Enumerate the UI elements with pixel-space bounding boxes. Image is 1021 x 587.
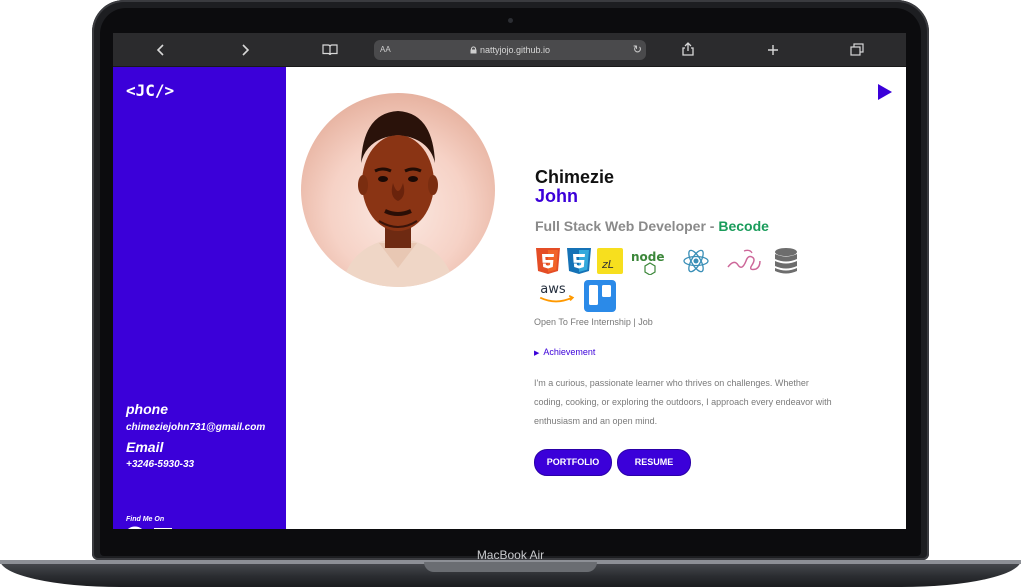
discord-icon[interactable] bbox=[178, 526, 202, 529]
email-value: +3246-5930-33 bbox=[126, 459, 195, 470]
address-bar[interactable]: AA nattyjojo.github.io ↻ bbox=[374, 40, 646, 60]
react-icon bbox=[683, 249, 709, 273]
sass-icon bbox=[727, 249, 761, 271]
aws-icon: aws bbox=[539, 282, 575, 303]
find-me-label: Find Me On bbox=[126, 516, 165, 523]
caret-right-icon: ▶ bbox=[534, 350, 540, 357]
first-name: Chimezie bbox=[535, 167, 615, 187]
share-button[interactable] bbox=[678, 33, 698, 68]
url-text: nattyjojo.github.io bbox=[479, 45, 551, 55]
site-logo[interactable]: <JC/> bbox=[126, 81, 174, 100]
share-icon bbox=[682, 42, 694, 56]
tabs-icon bbox=[850, 43, 864, 56]
avatar-portrait bbox=[341, 111, 455, 287]
tabs-button[interactable] bbox=[847, 33, 867, 68]
achievement-label: Achievement bbox=[543, 347, 596, 357]
trello-icon bbox=[584, 280, 616, 312]
html5-icon bbox=[536, 248, 560, 274]
phone-heading: phone bbox=[126, 401, 168, 417]
nodejs-icon: node bbox=[631, 250, 665, 275]
back-button[interactable] bbox=[151, 33, 171, 68]
resume-button[interactable]: RESUME bbox=[617, 449, 691, 476]
last-name: John bbox=[535, 186, 578, 206]
email-heading: Email bbox=[126, 439, 164, 455]
role-text: Full Stack Web Developer - bbox=[535, 218, 719, 234]
portfolio-button[interactable]: PORTFOLIO bbox=[534, 449, 612, 476]
bio-text: I'm a curious, passionate learner who th… bbox=[534, 378, 832, 426]
role-org: Becode bbox=[718, 218, 769, 234]
laptop-notch bbox=[424, 562, 597, 572]
new-tab-button[interactable] bbox=[763, 33, 783, 68]
bezel-bottom bbox=[113, 529, 906, 545]
github-icon[interactable] bbox=[123, 526, 147, 529]
sass-like-icon: zL bbox=[597, 248, 623, 274]
phone-value: chimeziejohn731@gmail.com bbox=[126, 422, 266, 433]
url-display: nattyjojo.github.io bbox=[374, 40, 646, 60]
play-icon[interactable] bbox=[878, 84, 892, 100]
codepen-icon[interactable] bbox=[151, 526, 175, 529]
achievement-toggle[interactable]: ▶ Achievement bbox=[534, 347, 595, 357]
availability-text: Open To Free Internship | Job bbox=[534, 317, 653, 327]
chevron-right-icon bbox=[242, 44, 250, 56]
database-icon bbox=[775, 248, 797, 274]
book-icon bbox=[322, 44, 338, 56]
camera bbox=[508, 18, 513, 23]
bookmarks-button[interactable] bbox=[320, 33, 340, 68]
screen: AA nattyjojo.github.io ↻ <JC/> phone chi… bbox=[113, 33, 906, 529]
browser-toolbar: AA nattyjojo.github.io ↻ bbox=[113, 33, 906, 67]
node-text: node bbox=[631, 250, 665, 264]
sidebar: <JC/> phone chimeziejohn731@gmail.com Em… bbox=[113, 67, 286, 529]
svg-text:zL: zL bbox=[601, 258, 614, 271]
chevron-left-icon bbox=[156, 44, 164, 56]
profile-avatar bbox=[301, 93, 495, 287]
plus-icon bbox=[768, 45, 778, 55]
lock-icon bbox=[470, 46, 477, 54]
reload-icon[interactable]: ↻ bbox=[633, 40, 642, 60]
aws-text: aws bbox=[540, 282, 566, 297]
forward-button[interactable] bbox=[235, 33, 255, 68]
role-title: Full Stack Web Developer - Becode bbox=[535, 218, 769, 234]
css3-icon bbox=[567, 248, 591, 274]
